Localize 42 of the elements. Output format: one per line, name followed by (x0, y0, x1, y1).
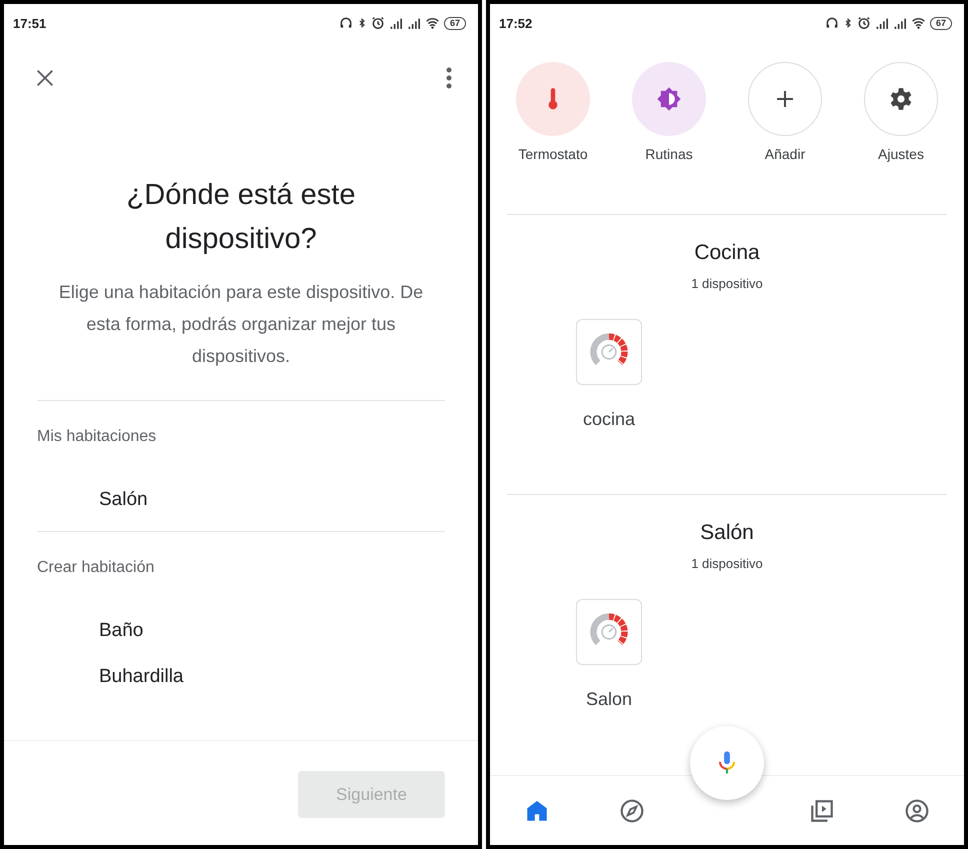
wifi-icon (910, 16, 926, 30)
room-name: Cocina (694, 240, 760, 266)
media-icon (808, 798, 835, 824)
device-count: 1 dispositivo (691, 555, 763, 573)
wifi-icon (424, 16, 440, 30)
device-tile[interactable] (576, 599, 642, 665)
device-name: Salon (586, 688, 632, 711)
bluetooth-icon (842, 16, 853, 30)
signal-icon (388, 16, 403, 30)
alarm-icon (370, 16, 385, 30)
shortcut-label: Ajustes (878, 145, 924, 163)
description: Elige una habitación para este dispositivo. De esta forma, podrás organizar mejor tus dispositivos. (58, 281, 424, 368)
shortcut-label: Rutinas (645, 145, 693, 163)
account-icon (904, 798, 930, 824)
more-icon (446, 67, 452, 89)
signal-icon (892, 16, 907, 30)
settings-icon (888, 86, 914, 112)
headphones-icon (338, 16, 353, 30)
headphones-icon (824, 16, 839, 30)
shortcut-label: Termostato (518, 145, 588, 163)
device-count: 1 dispositivo (691, 275, 763, 293)
bluetooth-icon (356, 16, 367, 30)
signal-icon (406, 16, 421, 30)
compass-icon (619, 798, 646, 824)
battery-indicator: 67 (444, 16, 466, 30)
device-tile[interactable] (576, 319, 642, 385)
screen-title: ¿Dónde está este dispositivo? (126, 178, 356, 257)
device-name: cocina (582, 408, 636, 431)
shortcut-label: Añadir (764, 145, 806, 163)
room-option[interactable]: Baño (37, 620, 144, 642)
close-icon (34, 67, 56, 89)
status-time: 17:51 (13, 16, 46, 30)
brightness-icon (655, 85, 683, 113)
section-heading: Mis habitaciones (37, 427, 158, 447)
section-heading: Crear habitación (37, 558, 156, 578)
battery-indicator: 67 (930, 16, 952, 30)
status-time: 17:52 (499, 16, 532, 30)
room-option[interactable]: Salón (37, 489, 148, 511)
alarm-icon (856, 16, 871, 30)
room-name: Salón (700, 520, 754, 546)
signal-icon (874, 16, 889, 30)
room-option[interactable]: Buhardilla (37, 666, 184, 688)
